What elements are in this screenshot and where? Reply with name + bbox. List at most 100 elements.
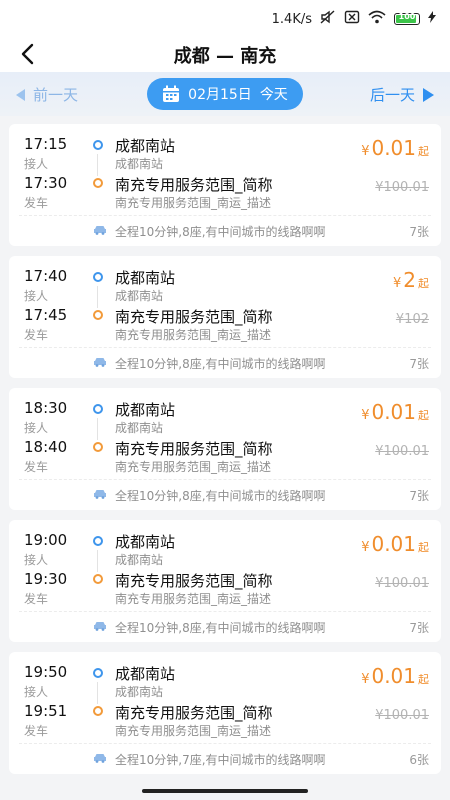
- car-icon: [94, 622, 106, 631]
- currency-symbol: ¥: [361, 672, 370, 687]
- car-icon: [94, 754, 106, 763]
- origin-station: 成都南站: [115, 137, 176, 155]
- destination-dot-icon: [93, 310, 103, 320]
- original-price: ¥102: [395, 312, 429, 327]
- origin-desc: 成都南站: [115, 685, 164, 699]
- origin-station: 成都南站: [115, 665, 176, 683]
- triangle-left-icon: [16, 88, 25, 101]
- destination-dot-icon: [93, 706, 103, 716]
- pickup-label: 接人: [24, 289, 49, 303]
- original-price: ¥100.01: [375, 576, 429, 591]
- route-info: 全程10分钟,8座,有中间城市的线路啊啊: [115, 489, 326, 503]
- route-info: 全程10分钟,8座,有中间城市的线路啊啊: [115, 621, 326, 635]
- price: ¥ 0.01 起: [361, 532, 429, 556]
- depart-time: 17:30: [24, 174, 68, 192]
- price-value: 2: [403, 268, 416, 292]
- sim-off-icon: [344, 10, 360, 28]
- triangle-right-icon: [423, 87, 434, 102]
- original-price: ¥100.01: [375, 444, 429, 459]
- divider: [19, 479, 431, 480]
- route-line: [97, 418, 98, 440]
- destination-desc: 南充专用服务范围_南运_描述: [115, 724, 272, 738]
- divider: [19, 743, 431, 744]
- next-day-label: 后一天: [369, 86, 415, 104]
- origin-dot-icon: [93, 140, 103, 150]
- trip-card[interactable]: 17:15 接人 17:30 发车 成都南站 成都南站 南充专用服务范围_简称 …: [9, 124, 441, 246]
- seats-left: 6张: [409, 753, 429, 767]
- origin-desc: 成都南站: [115, 553, 164, 567]
- route-line: [97, 154, 98, 176]
- destination-desc: 南充专用服务范围_南运_描述: [115, 592, 272, 606]
- battery-icon: 100: [394, 12, 420, 25]
- car-icon: [94, 490, 106, 499]
- destination-dot-icon: [93, 442, 103, 452]
- pickup-time: 18:30: [24, 399, 68, 417]
- price-suffix: 起: [418, 541, 429, 554]
- price: ¥ 0.01 起: [361, 400, 429, 424]
- trip-card[interactable]: 19:00 接人 19:30 发车 成都南站 成都南站 南充专用服务范围_简称 …: [9, 520, 441, 642]
- destination-desc: 南充专用服务范围_南运_描述: [115, 196, 272, 210]
- mute-icon: [320, 10, 336, 28]
- car-icon: [94, 226, 106, 235]
- pickup-label: 接人: [24, 553, 49, 567]
- pickup-label: 接人: [24, 421, 49, 435]
- price-value: 0.01: [371, 400, 416, 424]
- seats-left: 7张: [409, 225, 429, 239]
- destination-station: 南充专用服务范围_简称: [115, 704, 273, 722]
- destination-dot-icon: [93, 178, 103, 188]
- depart-label: 发车: [24, 196, 49, 210]
- price-suffix: 起: [418, 145, 429, 158]
- destination-dot-icon: [93, 574, 103, 584]
- route-info: 全程10分钟,7座,有中间城市的线路啊啊: [115, 753, 326, 767]
- trip-card[interactable]: 17:40 接人 17:45 发车 成都南站 成都南站 南充专用服务范围_简称 …: [9, 256, 441, 378]
- origin-station: 成都南站: [115, 269, 176, 287]
- status-bar: 1.4K/s 100: [0, 0, 450, 36]
- origin-station: 成都南站: [115, 533, 176, 551]
- route-line: [97, 682, 98, 704]
- car-icon: [94, 358, 106, 367]
- origin-desc: 成都南站: [115, 421, 164, 435]
- seats-left: 7张: [409, 621, 429, 635]
- depart-label: 发车: [24, 328, 49, 342]
- depart-time: 18:40: [24, 438, 68, 456]
- depart-label: 发车: [24, 724, 49, 738]
- destination-station: 南充专用服务范围_简称: [115, 440, 273, 458]
- depart-time: 19:30: [24, 570, 68, 588]
- nav-bar: 成都 — 南充: [0, 36, 450, 72]
- depart-label: 发车: [24, 592, 49, 606]
- status-indicators: 1.4K/s 100: [272, 10, 436, 28]
- page-title: 成都 — 南充: [173, 46, 277, 67]
- origin-dot-icon: [93, 404, 103, 414]
- route-line: [97, 286, 98, 308]
- date-picker-button[interactable]: 02月15日 今天: [147, 78, 303, 110]
- depart-label: 发车: [24, 460, 49, 474]
- pickup-time: 19:50: [24, 663, 68, 681]
- currency-symbol: ¥: [361, 408, 370, 423]
- route-info: 全程10分钟,8座,有中间城市的线路啊啊: [115, 225, 326, 239]
- price-suffix: 起: [418, 673, 429, 686]
- origin-dot-icon: [93, 668, 103, 678]
- prev-day-label: 前一天: [33, 86, 79, 104]
- price-value: 0.01: [371, 532, 416, 556]
- destination-station: 南充专用服务范围_简称: [115, 572, 273, 590]
- divider: [19, 611, 431, 612]
- price: ¥ 0.01 起: [361, 664, 429, 688]
- selected-date: 02月15日: [188, 87, 252, 103]
- currency-symbol: ¥: [392, 276, 402, 291]
- trip-card[interactable]: 19:50 接人 19:51 发车 成都南站 成都南站 南充专用服务范围_简称 …: [9, 652, 441, 774]
- battery-level: 100: [398, 12, 416, 21]
- trip-list: 17:15 接人 17:30 发车 成都南站 成都南站 南充专用服务范围_简称 …: [9, 124, 441, 784]
- divider: [19, 347, 431, 348]
- price: ¥ 2 起: [393, 268, 429, 292]
- charging-icon: [428, 11, 436, 27]
- prev-day-button[interactable]: 前一天: [16, 84, 78, 105]
- seats-left: 7张: [409, 489, 429, 503]
- network-speed: 1.4K/s: [271, 11, 312, 27]
- home-indicator[interactable]: [142, 789, 308, 793]
- next-day-button[interactable]: 后一天: [370, 84, 434, 105]
- today-label: 今天: [259, 87, 288, 103]
- original-price: ¥100.01: [375, 180, 429, 195]
- price-suffix: 起: [418, 277, 429, 290]
- depart-time: 19:51: [24, 702, 68, 720]
- trip-card[interactable]: 18:30 接人 18:40 发车 成都南站 成都南站 南充专用服务范围_简称 …: [9, 388, 441, 510]
